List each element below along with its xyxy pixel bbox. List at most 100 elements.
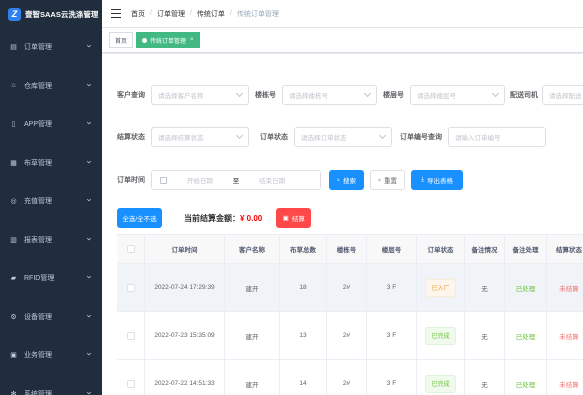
status-badge: 已完成 — [425, 326, 456, 345]
checkbox-icon[interactable] — [126, 331, 135, 340]
checkbox-icon[interactable] — [126, 283, 135, 292]
column-header: 客户名称 — [225, 235, 280, 263]
building-cell: 2# — [327, 312, 367, 359]
chevron-down-icon — [235, 131, 244, 140]
tag-home[interactable]: 首页 — [109, 32, 134, 48]
chevron-down-icon — [86, 390, 92, 395]
order-status-cell: 已完成 — [417, 360, 465, 395]
filter-row-1: 客户查询 请选择客户名称 楼栋号 请选择楼栋号 楼层号 请选择楼层号 配送司机 … — [117, 85, 583, 105]
breadcrumb-order-management[interactable]: 订单管理 — [157, 9, 185, 19]
end-date-input[interactable]: 结束日期 — [259, 175, 285, 185]
sidebar-item-0[interactable]: ▤ 订单管理 — [0, 28, 102, 67]
briefcase-icon: ▣ — [10, 352, 17, 360]
range-separator: 至 — [232, 178, 240, 185]
start-date-input[interactable]: 开始日期 — [187, 175, 213, 185]
sidebar-item-4[interactable]: ◎ 充值管理 — [0, 182, 102, 221]
remark-cell: 无 — [465, 264, 505, 311]
table-row[interactable]: 2022-07-22 14:51:33 建开 14 2# 3 F 已完成无已处理 未结算 — [117, 360, 583, 395]
status-badge: 已完成 — [425, 374, 456, 393]
table-row[interactable]: 2022-07-23 15:35:09 建开 13 2# 3 F 已完成无已处理 未结算 — [117, 312, 583, 360]
topbar: 首页 / 订单管理 / 传统订单 / 传统订单管理 — [102, 0, 583, 28]
building-select[interactable]: 请选择楼栋号 — [282, 85, 377, 105]
sidebar-item-2[interactable]: ▯ APP管理 — [0, 105, 102, 144]
sidebar-item-label: 系统管理 — [24, 390, 52, 395]
order-status-cell: 已入厂 — [417, 264, 465, 311]
clipboard-icon: ▤ — [10, 44, 17, 52]
floor-cell: 3 F — [367, 264, 417, 311]
orders-table: 订单时间 客户名称 布草总数 楼栋号 楼层号 订单状态 备注情况 备注处理 结算状态 2022-… — [117, 234, 583, 395]
sidebar-item-label: 设备管理 — [24, 313, 52, 321]
app-title: 壹智SAAS云洗涤管理 — [25, 9, 99, 19]
total-cell: 13 — [280, 312, 327, 359]
order-time-label: 订单时间 — [117, 177, 145, 184]
refresh-icon — [378, 178, 381, 182]
building-label: 楼栋号 — [255, 92, 276, 99]
customer-cell: 建开 — [225, 312, 280, 359]
row-checkbox-cell — [117, 312, 145, 359]
sidebar-item-label: RFID管理 — [24, 275, 55, 283]
chevron-down-icon — [86, 82, 92, 88]
sidebar-item-3[interactable]: ▦ 布草管理 — [0, 144, 102, 183]
table-header: 订单时间 客户名称 布草总数 楼栋号 楼层号 订单状态 备注情况 备注处理 结算状态 — [117, 235, 583, 264]
row-checkbox-cell — [117, 264, 145, 311]
sidebar-item-7[interactable]: ⚙ 设备管理 — [0, 298, 102, 337]
remark-cell: 无 — [465, 360, 505, 395]
home-icon: ⌂ — [11, 82, 16, 90]
time-cell: 2022-07-22 14:51:33 — [145, 360, 225, 395]
sidebar-item-label: 订单管理 — [24, 44, 52, 52]
sidebar-item-8[interactable]: ▣ 业务管理 — [0, 336, 102, 375]
driver-select[interactable]: 请选择配送 — [542, 85, 583, 105]
customer-select[interactable]: 请选择客户名称 — [151, 85, 249, 105]
total-cell: 14 — [280, 360, 327, 395]
column-header: 备注处理 — [505, 235, 547, 263]
checkbox-icon[interactable] — [126, 245, 135, 253]
sidebar-item-6[interactable]: ▰ RFID管理 — [0, 259, 102, 298]
export-button[interactable]: ⤓ 导出表格 — [411, 170, 463, 190]
driver-label: 配送司机 — [510, 92, 538, 99]
app-logo: Z 壹智SAAS云洗涤管理 — [0, 0, 102, 28]
select-all-button[interactable]: 全选/全不选 — [117, 208, 162, 228]
breadcrumb-home[interactable]: 首页 — [131, 9, 145, 19]
sidebar-item-label: APP管理 — [24, 121, 53, 129]
floor-cell: 3 F — [367, 312, 417, 359]
order-no-input[interactable]: 请输入订单编号 — [448, 127, 546, 147]
sidebar-item-5[interactable]: ▥ 报表管理 — [0, 221, 102, 260]
breadcrumb-traditional-order[interactable]: 传统订单 — [197, 9, 225, 19]
sidebar-item-1[interactable]: ⌂ 仓库管理 — [0, 67, 102, 106]
remark-cell: 无 — [465, 312, 505, 359]
customer-label: 客户查询 — [117, 92, 145, 99]
main-content: 客户查询 请选择客户名称 楼栋号 请选择楼栋号 楼层号 请选择楼层号 配送司机 … — [102, 54, 583, 395]
chevron-down-icon — [378, 131, 387, 140]
chevron-down-icon — [86, 351, 92, 357]
floor-cell: 3 F — [367, 360, 417, 395]
total-label: 当前结算金额： — [184, 213, 240, 223]
total-value: ¥ 0.00 — [240, 213, 263, 223]
filter-row-2: 结算状态 请选择结算状态 订单状态 请选择订单状态 订单编号查询 请输入订单编号 — [117, 127, 546, 147]
order-status-select[interactable]: 请选择订单状态 — [294, 127, 392, 147]
floor-label: 楼层号 — [383, 92, 404, 99]
select-all-checkbox[interactable] — [117, 235, 145, 263]
sidebar: Z 壹智SAAS云洗涤管理 ▤ 订单管理 ⌂ 仓库管理 ▯ APP管理 ▦ 布草管理 ◎ 充值管理… — [0, 0, 102, 395]
row-checkbox-cell — [117, 360, 145, 395]
active-dot-icon — [142, 37, 148, 43]
table-row[interactable]: 2022-07-24 17:29:39 建开 18 2# 3 F 已入厂无已处理 未结算 — [117, 264, 583, 312]
database-icon: ▰ — [10, 275, 17, 283]
settle-button[interactable]: ▣ 结算 — [276, 208, 312, 228]
close-icon[interactable]: × — [190, 37, 194, 43]
sidebar-item-9[interactable]: ✻ 系统管理 — [0, 375, 102, 395]
settle-cell: 未结算 — [547, 312, 583, 359]
chevron-down-icon — [235, 89, 244, 98]
floor-select[interactable]: 请选择楼层号 — [410, 85, 505, 105]
table-body: 2022-07-24 17:29:39 建开 18 2# 3 F 已入厂无已处理 未结算 20… — [117, 264, 583, 395]
date-range-picker[interactable]: 开始日期 至 结束日期 — [151, 170, 321, 190]
tag-current[interactable]: 传统订单管理 × — [136, 32, 200, 48]
reset-button[interactable]: 重置 — [370, 170, 405, 190]
chevron-down-icon — [363, 89, 372, 98]
breadcrumb-current: 传统订单管理 — [236, 10, 279, 18]
order-no-label: 订单编号查询 — [400, 134, 442, 141]
search-button[interactable]: 搜索 — [329, 170, 364, 190]
building-cell: 2# — [327, 264, 367, 311]
hamburger-icon[interactable] — [111, 9, 121, 18]
settle-status-select[interactable]: 请选择结算状态 — [151, 127, 249, 147]
checkbox-icon[interactable] — [126, 379, 135, 388]
